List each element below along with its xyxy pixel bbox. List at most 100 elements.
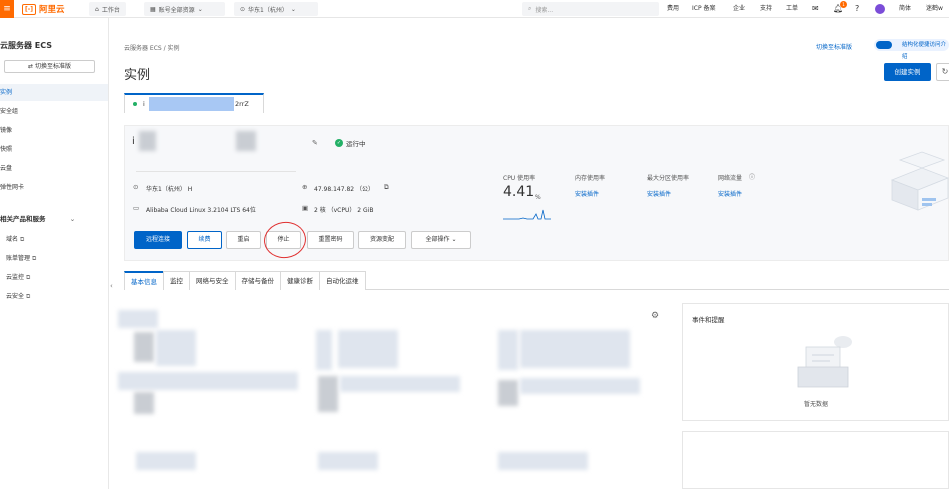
ai-assistant-icon[interactable] bbox=[875, 4, 885, 14]
account-selector[interactable]: ▦ 账号全部资源 ⌄ bbox=[144, 2, 225, 16]
redacted-content bbox=[118, 372, 298, 390]
redacted-content bbox=[156, 330, 196, 366]
sidebar-item-eni[interactable]: 弹性网卡 bbox=[0, 179, 108, 196]
sidebar-link-label: 域名 bbox=[6, 236, 19, 243]
running-dot-icon bbox=[133, 102, 137, 106]
redacted-content bbox=[118, 310, 158, 328]
feature-toggle[interactable]: 结构化便捷访问介绍 bbox=[874, 39, 949, 60]
sidebar-item-snapshots[interactable]: 快照 bbox=[0, 141, 108, 158]
memory-usage-label: 内存使用率 bbox=[575, 175, 606, 182]
renew-button[interactable]: 续费 bbox=[187, 231, 222, 249]
network-install-plugin-link[interactable]: 安装插件 bbox=[718, 189, 742, 198]
toggle-label: 结构化便捷访问介绍 bbox=[902, 42, 947, 60]
page-title: 实例 bbox=[124, 68, 151, 83]
sidebar-link-billing[interactable]: 账单管理 ⧉ bbox=[6, 250, 114, 267]
reset-password-button[interactable]: 重置密码 bbox=[307, 231, 354, 249]
sidebar-item-security-group[interactable]: 安全组 bbox=[0, 103, 108, 120]
sidebar-link-label: 账单管理 bbox=[6, 255, 31, 262]
tab-automation-ops[interactable]: 自动化运维 bbox=[319, 271, 366, 290]
search-input[interactable]: ⌕ 搜索... bbox=[522, 2, 659, 16]
redacted-content bbox=[520, 330, 630, 368]
edit-name-icon[interactable]: ✎ bbox=[312, 139, 318, 147]
nav-support[interactable]: 支持 bbox=[760, 0, 772, 18]
tab-health-diagnosis[interactable]: 健康诊断 bbox=[280, 271, 320, 290]
sidebar-link-label: 云安全 bbox=[6, 293, 25, 300]
create-instance-button[interactable]: 创建实例 bbox=[884, 63, 931, 81]
redacted-instance-name bbox=[139, 131, 156, 151]
tab-storage-backup[interactable]: 存储与备份 bbox=[234, 271, 281, 290]
disk-usage-label: 最大分区使用率 bbox=[647, 175, 690, 182]
nav-ticket[interactable]: 工单 bbox=[786, 0, 798, 18]
refresh-icon[interactable]: ↻ bbox=[936, 63, 949, 81]
language-switch[interactable]: 简体 bbox=[899, 0, 911, 18]
instance-name-prefix: i bbox=[132, 136, 135, 147]
events-panel-title: 事件和提醒 bbox=[692, 316, 725, 324]
redacted-content bbox=[134, 332, 154, 362]
home-icon: ⌂ bbox=[95, 5, 99, 13]
top-bar bbox=[0, 0, 949, 18]
instance-tab-prefix: i bbox=[143, 100, 145, 108]
cpu-icon: ▣ bbox=[302, 204, 309, 212]
sidebar-item-instances[interactable]: 实例 bbox=[0, 84, 108, 101]
redacted-content bbox=[498, 330, 518, 370]
instance-spec: 2 核 （vCPU） 2 GiB bbox=[314, 207, 374, 214]
breadcrumb[interactable]: 云服务器 ECS / 实例 bbox=[124, 43, 180, 52]
search-placeholder: 搜索... bbox=[535, 6, 554, 14]
secondary-panel bbox=[682, 431, 949, 489]
instance-tab[interactable]: i 2rrZ bbox=[124, 93, 264, 113]
settings-gear-icon[interactable]: ⚙ bbox=[651, 311, 659, 321]
menu-icon[interactable]: ≡ bbox=[0, 0, 14, 18]
nav-icp[interactable]: ICP 备案 bbox=[692, 0, 716, 18]
user-account[interactable]: 迷鹤w bbox=[926, 0, 943, 18]
aliyun-logo[interactable]: [-] 阿里云 bbox=[22, 3, 65, 15]
related-products-section[interactable]: 相关产品和服务 ⌄ bbox=[0, 213, 75, 223]
copy-icon[interactable]: ⧉ bbox=[384, 183, 389, 192]
remote-connect-button[interactable]: 远程连接 bbox=[134, 231, 182, 249]
redacted-content bbox=[318, 376, 338, 412]
os-icon: ▭ bbox=[133, 204, 140, 212]
info-icon[interactable]: ⓘ bbox=[749, 172, 755, 181]
search-icon: ⌕ bbox=[528, 5, 532, 12]
region-selector[interactable]: ⊙ 华东1（杭州） ⌄ bbox=[234, 2, 318, 16]
tab-network-security[interactable]: 网络与安全 bbox=[189, 271, 236, 290]
sidebar-item-disks[interactable]: 云盘 bbox=[0, 160, 108, 177]
empty-inbox-icon bbox=[797, 336, 852, 388]
sidebar-link-domain[interactable]: 域名 ⧉ bbox=[6, 231, 114, 248]
cpu-usage-label: CPU 使用率 bbox=[503, 175, 536, 182]
mail-icon[interactable]: ✉ bbox=[812, 0, 819, 18]
external-link-icon: ⧉ bbox=[25, 293, 31, 300]
sidebar-link-label: 云监控 bbox=[6, 274, 25, 281]
all-actions-dropdown[interactable]: 全部操作 ⌄ bbox=[411, 231, 471, 249]
chevron-down-icon: ⌄ bbox=[69, 215, 76, 223]
switch-standard-link[interactable]: 切换至标准版 bbox=[816, 42, 852, 51]
disk-install-plugin-link[interactable]: 安装插件 bbox=[647, 189, 671, 198]
tab-basic-info[interactable]: 基本信息 bbox=[124, 271, 164, 290]
location-icon: ⊙ bbox=[133, 183, 139, 191]
external-link-icon: ⧉ bbox=[25, 274, 31, 281]
ip-icon: ⊕ bbox=[302, 183, 308, 191]
nav-enterprise[interactable]: 企业 bbox=[733, 0, 745, 18]
nav-fees[interactable]: 费用 bbox=[667, 0, 679, 18]
workbench-button[interactable]: ⌂ 工作台 bbox=[89, 2, 126, 16]
memory-install-plugin-link[interactable]: 安装插件 bbox=[575, 189, 599, 198]
workbench-label: 工作台 bbox=[101, 6, 120, 14]
public-ip: 47.98.147.82 （公） bbox=[314, 186, 374, 193]
status-badge: ✓ 运行中 bbox=[335, 138, 366, 148]
switch-standard-button[interactable]: ⇄ 切换至标准版 bbox=[4, 60, 95, 73]
sidebar-item-images[interactable]: 镜像 bbox=[0, 122, 108, 139]
redacted-content bbox=[340, 376, 460, 392]
redacted-content bbox=[318, 452, 378, 470]
redacted-content bbox=[498, 380, 518, 406]
tab-monitoring[interactable]: 监控 bbox=[163, 271, 190, 290]
divider bbox=[136, 171, 296, 172]
resize-button[interactable]: 资源变配 bbox=[358, 231, 406, 249]
help-icon[interactable]: ? bbox=[855, 0, 859, 18]
restart-button[interactable]: 重启 bbox=[226, 231, 261, 249]
logo-mark: [-] bbox=[22, 3, 36, 15]
instance-tab-suffix: 2rrZ bbox=[235, 100, 249, 108]
sidebar-link-security[interactable]: 云安全 ⧉ bbox=[6, 288, 114, 305]
sidebar-title: 云服务器 ECS bbox=[0, 41, 53, 50]
detail-tabs: 基本信息 监控 网络与安全 存储与备份 健康诊断 自动化运维 bbox=[124, 271, 949, 290]
collapse-sidebar-icon[interactable]: ‹ bbox=[110, 282, 113, 290]
sidebar-link-cloudmonitor[interactable]: 云监控 ⧉ bbox=[6, 269, 114, 286]
